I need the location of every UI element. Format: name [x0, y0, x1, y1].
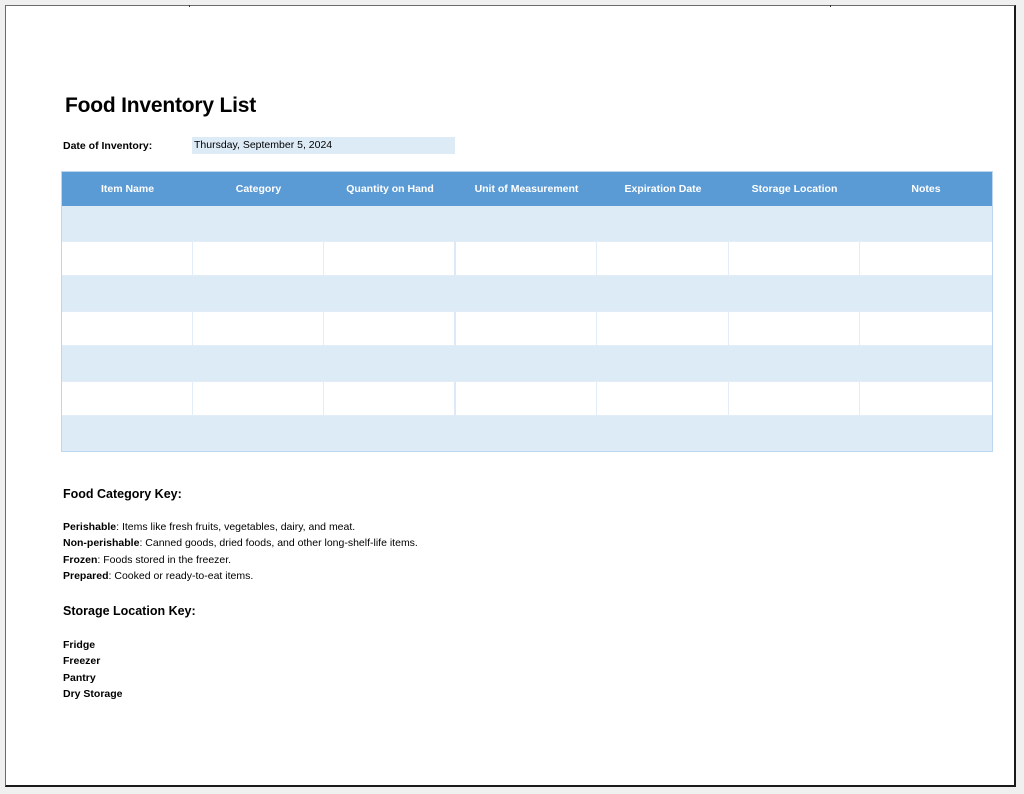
table-cell[interactable] [729, 276, 860, 311]
table-row [62, 416, 992, 451]
storage-location-key-list: Fridge Freezer Pantry Dry Storage [63, 637, 123, 702]
table-cell[interactable] [324, 416, 456, 451]
page-title: Food Inventory List [65, 94, 257, 117]
table-cell[interactable] [324, 206, 456, 241]
date-of-inventory-field[interactable]: Thursday, September 5, 2024 [192, 137, 455, 154]
table-cell[interactable] [62, 311, 193, 346]
table-cell[interactable] [456, 206, 597, 241]
table-cell[interactable] [456, 381, 597, 416]
table-cell[interactable] [860, 276, 992, 311]
table-cell[interactable] [597, 311, 729, 346]
storage-location-item: Dry Storage [63, 687, 123, 700]
table-cell[interactable] [729, 381, 860, 416]
food-category-key-item: Non-perishable: Canned goods, dried food… [63, 535, 418, 551]
table-cell[interactable] [456, 311, 597, 346]
table-cell[interactable] [62, 276, 193, 311]
category-description: : Cooked or ready-to-eat items. [108, 569, 254, 582]
table-cell[interactable] [193, 381, 324, 416]
date-label: Date of Inventory: [63, 140, 153, 152]
table-cell[interactable] [193, 346, 324, 381]
table-cell[interactable] [193, 311, 324, 346]
food-category-key-list: Perishable: Items like fresh fruits, veg… [63, 519, 418, 584]
table-cell[interactable] [324, 276, 456, 311]
food-category-key-item: Prepared: Cooked or ready-to-eat items. [63, 568, 418, 584]
column-header-storage[interactable]: Storage Location [729, 172, 860, 206]
category-description: : Canned goods, dried foods, and other l… [139, 537, 418, 550]
table-header: Item Name Category Quantity on Hand Unit… [62, 172, 992, 206]
table-cell[interactable] [62, 206, 193, 241]
table-cell[interactable] [62, 416, 193, 451]
table-row [62, 311, 992, 346]
column-header-notes[interactable]: Notes [860, 172, 992, 206]
table-cell[interactable] [729, 311, 860, 346]
table-cell[interactable] [324, 346, 456, 381]
category-description: : Foods stored in the freezer. [97, 553, 232, 566]
table-cell[interactable] [456, 416, 597, 451]
column-marker [830, 5, 831, 7]
table-cell[interactable] [193, 416, 324, 451]
table-cell[interactable] [456, 346, 597, 381]
table-cell[interactable] [729, 206, 860, 241]
table-cell[interactable] [597, 206, 729, 241]
table-cell[interactable] [324, 311, 456, 346]
column-header-item-name[interactable]: Item Name [62, 172, 193, 206]
storage-location-item: Freezer [63, 655, 101, 668]
table-row [62, 241, 992, 276]
storage-location-item: Pantry [63, 671, 96, 684]
storage-location-key-heading: Storage Location Key: [63, 604, 196, 618]
table-cell[interactable] [62, 346, 193, 381]
category-description: : Items like fresh fruits, vegetables, d… [116, 521, 356, 533]
food-category-key-item: Frozen: Foods stored in the freezer. [63, 552, 418, 568]
table-cell[interactable] [324, 381, 456, 416]
storage-location-item: Fridge [63, 639, 96, 651]
table-cell[interactable] [456, 241, 597, 276]
table-cell[interactable] [324, 241, 456, 276]
column-header-expiration[interactable]: Expiration Date [597, 172, 729, 206]
table-cell[interactable] [597, 381, 729, 416]
table-row [62, 276, 992, 311]
table-cell[interactable] [193, 206, 324, 241]
inventory-table: Item Name Category Quantity on Hand Unit… [61, 171, 993, 452]
table-row [62, 346, 992, 381]
table-cell[interactable] [729, 241, 860, 276]
table-row [62, 381, 992, 416]
food-category-key-item: Perishable: Items like fresh fruits, veg… [63, 519, 418, 535]
table-cell[interactable] [860, 241, 992, 276]
category-term: Prepared [63, 569, 109, 582]
column-header-quantity[interactable]: Quantity on Hand [324, 172, 456, 206]
category-term: Perishable [63, 521, 117, 533]
column-header-unit[interactable]: Unit of Measurement [456, 172, 597, 206]
table-cell[interactable] [597, 241, 729, 276]
table-cell[interactable] [860, 206, 992, 241]
table-cell[interactable] [860, 416, 992, 451]
table-cell[interactable] [860, 381, 992, 416]
table-cell[interactable] [62, 381, 193, 416]
table-cell[interactable] [597, 346, 729, 381]
table-cell[interactable] [860, 311, 992, 346]
table-cell[interactable] [729, 416, 860, 451]
table-cell[interactable] [729, 346, 860, 381]
table-cell[interactable] [193, 276, 324, 311]
table-cell[interactable] [860, 346, 992, 381]
column-marker [189, 5, 190, 7]
table-cell[interactable] [597, 416, 729, 451]
category-term: Frozen [63, 553, 98, 566]
table-cell[interactable] [456, 276, 597, 311]
table-cell[interactable] [62, 241, 193, 276]
column-header-category[interactable]: Category [193, 172, 324, 206]
category-term: Non-perishable [63, 537, 140, 550]
table-body [62, 206, 992, 451]
table-row [62, 206, 992, 241]
table-cell[interactable] [193, 241, 324, 276]
food-category-key-heading: Food Category Key: [63, 487, 182, 501]
table-cell[interactable] [597, 276, 729, 311]
